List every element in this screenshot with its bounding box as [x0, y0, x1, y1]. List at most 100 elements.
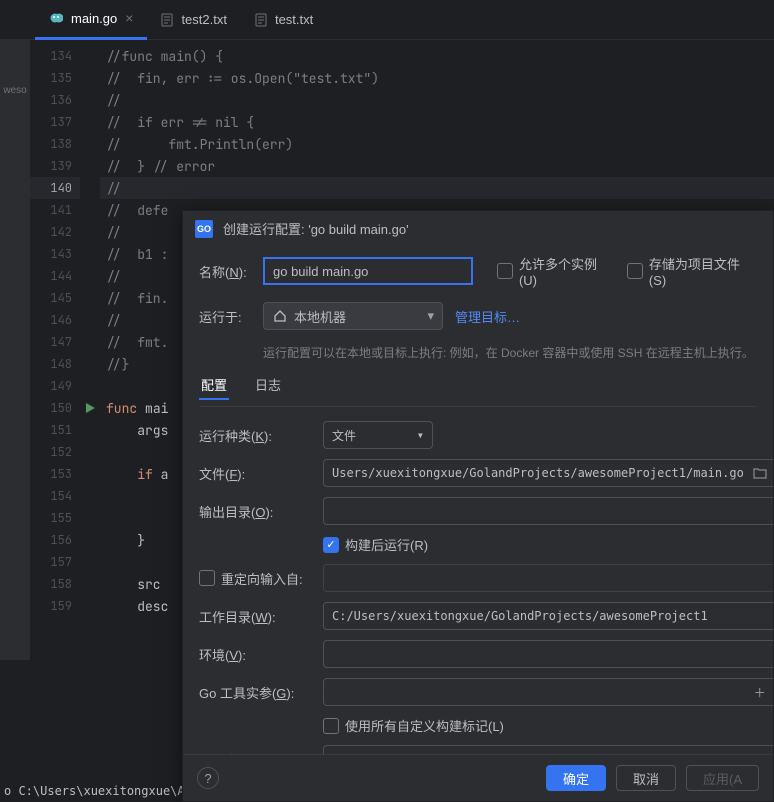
checkbox-icon [497, 263, 513, 279]
tab-test2-txt[interactable]: test2.txt [147, 0, 241, 40]
manage-targets-link[interactable]: 管理目标… [455, 307, 520, 326]
line-number: 151 [30, 419, 80, 441]
line-number-gutter: 134 135 136 137 138 139 140 141 142 143 … [30, 40, 80, 660]
tab-test-txt[interactable]: test.txt [241, 0, 327, 40]
text-file-icon [255, 13, 267, 27]
redirect-input-field [323, 564, 773, 592]
run-on-label: 运行于: [199, 307, 251, 326]
tab-label: test.txt [275, 12, 313, 27]
line-number: 141 [30, 199, 80, 221]
code-line: // b1 : [106, 246, 168, 263]
prog-args-field[interactable]: test.txt test2.txt ＋ [323, 745, 773, 754]
work-dir-field[interactable]: C:/Users/xuexitongxue/GolandProjects/awe… [323, 602, 773, 630]
line-number: 143 [30, 243, 80, 265]
file-value: Users/xuexitongxue/GolandProjects/awesom… [332, 466, 744, 480]
work-dir-label: 工作目录(W): [199, 607, 309, 626]
folder-icon[interactable] [752, 465, 768, 481]
name-input[interactable] [263, 257, 473, 285]
checkbox-label: 构建后运行(R) [345, 535, 428, 554]
redirect-input-checkbox[interactable]: 重定向输入自: [199, 569, 309, 588]
line-number: 137 [30, 111, 80, 133]
checkbox-icon [323, 537, 339, 553]
chevron-down-icon: ▾ [417, 428, 424, 442]
ok-button[interactable]: 确定 [546, 765, 606, 791]
run-after-build-checkbox[interactable]: 构建后运行(R) [323, 535, 773, 554]
tab-main-go[interactable]: main.go × [35, 0, 147, 40]
code-line: //func main() { [106, 48, 223, 65]
file-field[interactable]: Users/xuexitongxue/GolandProjects/awesom… [323, 459, 773, 487]
dialog-title: 创建运行配置: 'go build main.go' [223, 219, 409, 238]
dialog-subtabs: 配置 日志 [199, 371, 757, 407]
allow-multi-checkbox[interactable]: 允许多个实例(U) [497, 254, 615, 288]
checkbox-icon [323, 718, 339, 734]
go-tool-label: Go 工具实参(G): [199, 683, 309, 702]
tab-config[interactable]: 配置 [199, 371, 229, 400]
tool-window-strip[interactable]: weso [0, 40, 30, 660]
env-field[interactable] [323, 640, 773, 668]
line-number: 147 [30, 331, 80, 353]
work-dir-value: C:/Users/xuexitongxue/GolandProjects/awe… [332, 609, 766, 623]
use-all-custom-checkbox[interactable]: 使用所有自定义构建标记(L) [323, 716, 773, 735]
tab-label: test2.txt [181, 12, 227, 27]
line-number: 156 [30, 529, 80, 551]
run-on-combo[interactable]: 本地机器 ▾ [263, 302, 443, 330]
go-config-icon: GO [195, 220, 213, 238]
go-tool-field[interactable]: ＋ [323, 678, 773, 706]
line-number: 146 [30, 309, 80, 331]
name-label: 名称(N): [199, 262, 251, 281]
file-label: 文件(F): [199, 464, 309, 483]
run-gutter-icon[interactable] [80, 397, 100, 419]
line-number: 145 [30, 287, 80, 309]
checkbox-icon [199, 570, 215, 586]
help-button[interactable]: ? [197, 767, 219, 789]
code-line: // [106, 180, 122, 197]
env-label: 环境(V): [199, 645, 309, 664]
tab-log[interactable]: 日志 [253, 371, 283, 400]
line-number: 148 [30, 353, 80, 375]
run-gutter [80, 40, 100, 660]
line-number: 144 [30, 265, 80, 287]
checkbox-label: 存储为项目文件(S) [649, 254, 757, 288]
sidebar-truncated-label: weso [3, 85, 26, 96]
line-number: 135 [30, 67, 80, 89]
code-line: // defe [106, 202, 168, 219]
code-line: //} [106, 356, 129, 373]
code-line: src [106, 576, 168, 593]
home-icon [272, 308, 288, 324]
store-project-checkbox[interactable]: 存储为项目文件(S) [627, 254, 757, 288]
code-line: // fin, err := os.Open("test.txt") [106, 70, 379, 87]
line-number: 150 [30, 397, 80, 419]
code-line: // [106, 224, 122, 241]
code-line: // [106, 92, 122, 109]
tab-label: main.go [71, 11, 117, 26]
code-line: // [106, 268, 122, 285]
editor-tab-bar: main.go × test2.txt test.txt [0, 0, 774, 40]
text-file-icon [161, 13, 173, 27]
checkbox-label: 允许多个实例(U) [519, 254, 615, 288]
code-line: args [106, 422, 168, 439]
run-config-dialog: GO 创建运行配置: 'go build main.go' 名称(N): 允许多… [182, 210, 774, 802]
run-on-value: 本地机器 [294, 307, 346, 326]
line-number: 154 [30, 485, 80, 507]
checkbox-label: 使用所有自定义构建标记(L) [345, 716, 504, 735]
apply-button[interactable]: 应用(A [686, 765, 759, 791]
cancel-button[interactable]: 取消 [616, 765, 676, 791]
line-number: 138 [30, 133, 80, 155]
line-number: 155 [30, 507, 80, 529]
code-line: // fmt.Println(err) [106, 136, 293, 153]
run-kind-combo[interactable]: 文件 ▾ [323, 421, 433, 449]
line-number: 140 [30, 177, 80, 199]
code-line: // if err != nil { [106, 114, 254, 131]
line-number: 152 [30, 441, 80, 463]
go-file-icon [49, 11, 63, 25]
code-line: // fmt. [106, 334, 168, 351]
checkbox-label: 重定向输入自: [221, 569, 303, 588]
output-dir-label: 输出目录(O): [199, 502, 309, 521]
output-dir-field[interactable] [323, 497, 773, 525]
checkbox-icon [627, 263, 643, 279]
prog-args-value: test.txt test2.txt [332, 752, 744, 754]
plus-icon[interactable]: ＋ [752, 751, 768, 754]
close-icon[interactable]: × [125, 10, 133, 26]
plus-icon[interactable]: ＋ [752, 684, 768, 700]
code-line: } [106, 532, 145, 549]
